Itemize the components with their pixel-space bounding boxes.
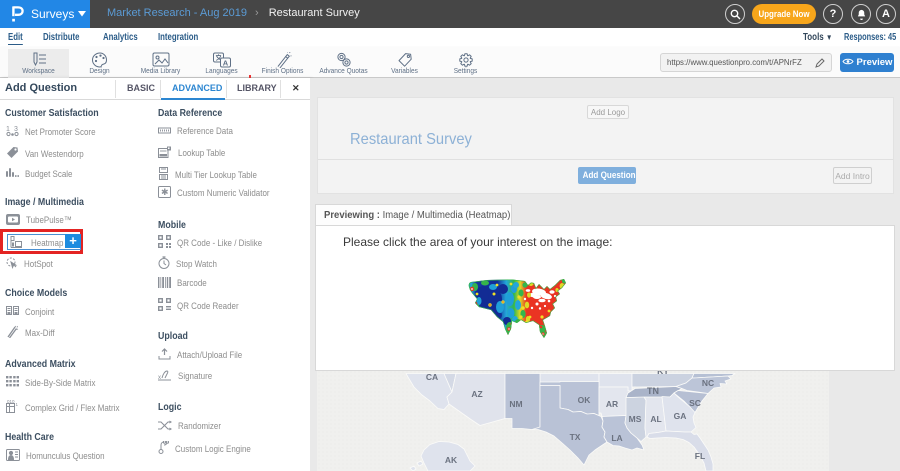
svg-text:TX: TX [570, 432, 581, 442]
svg-text:AL: AL [650, 414, 661, 424]
svg-text:3: 3 [14, 126, 18, 133]
svg-text:TN: TN [647, 386, 659, 396]
svg-text:AR: AR [606, 399, 618, 409]
svg-text:NM: NM [509, 399, 522, 409]
svg-text:SC: SC [689, 398, 701, 408]
svg-text:✱: ✱ [161, 187, 169, 197]
svg-text:010: 010 [7, 400, 15, 404]
svg-text:1: 1 [6, 126, 10, 133]
svg-text:1: 1 [16, 402, 19, 407]
svg-text:AZ: AZ [471, 389, 482, 399]
svg-text:OK: OK [578, 395, 592, 405]
svg-text:MS: MS [629, 414, 642, 424]
svg-text:KY: KY [657, 371, 669, 376]
svg-text:AK: AK [445, 455, 458, 465]
svg-text:GA: GA [674, 411, 687, 421]
svg-text:LA: LA [611, 433, 622, 443]
svg-text:NC: NC [702, 378, 714, 388]
svg-text:FL: FL [695, 451, 705, 461]
svg-text:CA: CA [426, 372, 438, 382]
